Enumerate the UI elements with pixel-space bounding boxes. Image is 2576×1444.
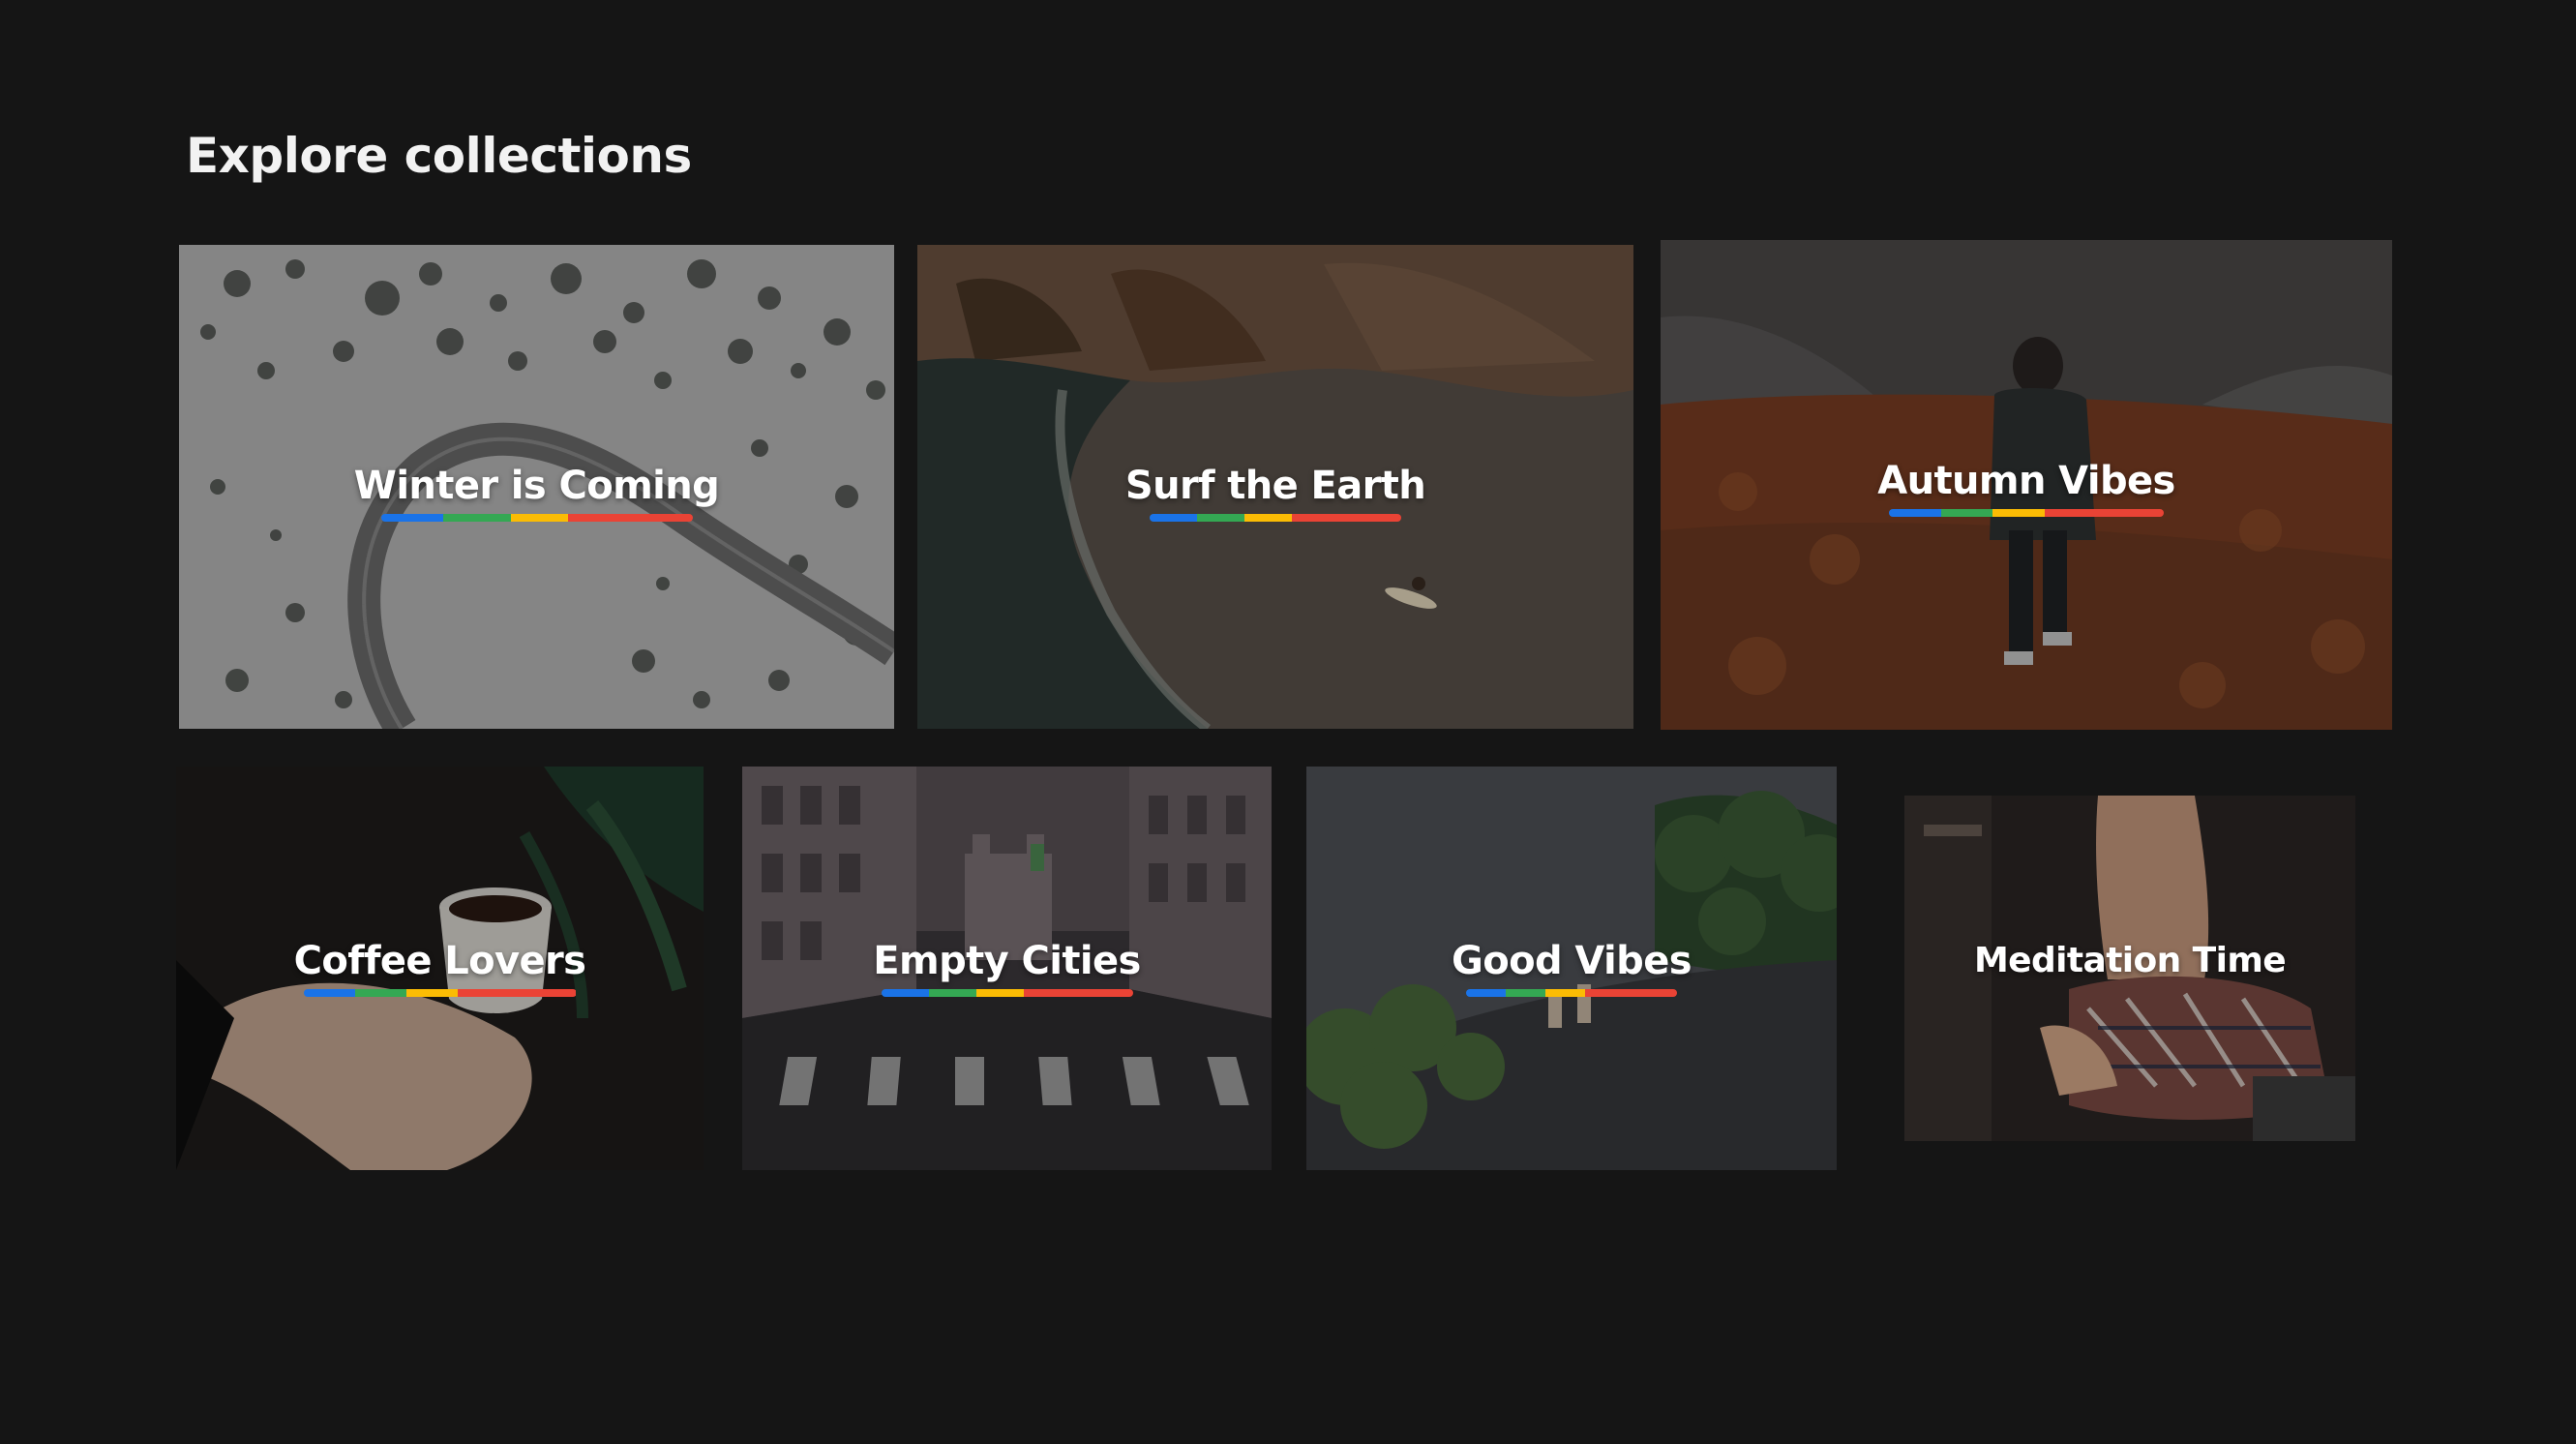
image-overlay bbox=[1306, 767, 1837, 1170]
collection-card-meditation-time[interactable]: Meditation Time bbox=[1904, 796, 2355, 1141]
image-overlay bbox=[917, 245, 1633, 729]
collection-card-coffee-lovers[interactable]: Coffee Lovers bbox=[176, 767, 704, 1170]
collection-card-winter-is-coming[interactable]: Winter is Coming bbox=[179, 245, 894, 729]
image-overlay bbox=[1904, 796, 2355, 1141]
image-overlay bbox=[1661, 240, 2392, 730]
collection-card-autumn-vibes[interactable]: Autumn Vibes bbox=[1661, 240, 2392, 730]
collection-card-good-vibes[interactable]: Good Vibes bbox=[1306, 767, 1837, 1170]
image-overlay bbox=[742, 767, 1272, 1170]
page-title: Explore collections bbox=[186, 128, 692, 184]
image-overlay bbox=[176, 767, 704, 1170]
image-overlay bbox=[179, 245, 894, 729]
collection-card-empty-cities[interactable]: Empty Cities bbox=[742, 767, 1272, 1170]
collection-card-surf-the-earth[interactable]: Surf the Earth bbox=[917, 245, 1633, 729]
collections-page: Explore collections Winter is Coming Sur… bbox=[0, 0, 2576, 1444]
